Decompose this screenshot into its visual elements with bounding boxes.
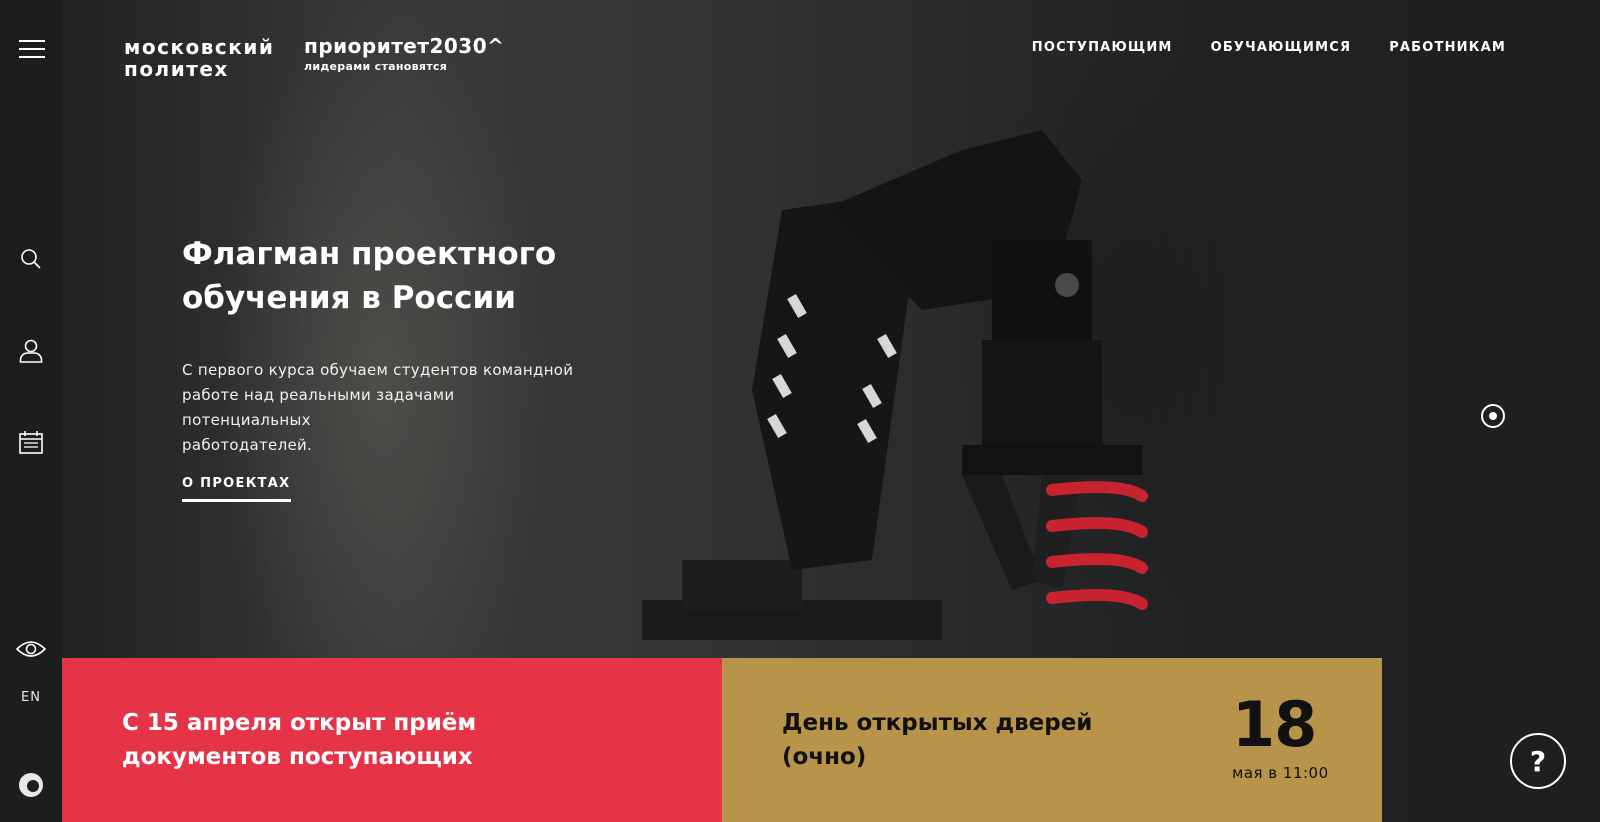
brand-logo[interactable]: московский политех — [124, 36, 284, 80]
open-day-card[interactable]: День открытых дверей (очно) 18 мая в 11:… — [722, 658, 1382, 822]
hero-lead-line2: работе над реальными задачами потенциаль… — [182, 386, 455, 429]
open-day-title: День открытых дверей (очно) — [782, 706, 1102, 774]
open-day-line2: (очно) — [782, 744, 867, 770]
admission-line2: документов поступающих — [122, 744, 473, 770]
menu-icon[interactable] — [14, 32, 48, 66]
admission-card[interactable]: С 15 апреля открыт приём документов пост… — [62, 658, 722, 822]
calendar-icon[interactable] — [14, 426, 48, 460]
sidebar: EN — [0, 0, 62, 822]
search-icon[interactable] — [14, 242, 48, 276]
hero-title: Флагман проектного обучения в России — [182, 232, 602, 320]
nav-students[interactable]: ОБУЧАЮЩИМСЯ — [1211, 40, 1352, 55]
nav-staff[interactable]: РАБОТНИКАМ — [1389, 40, 1506, 55]
open-day-time: мая в 11:00 — [1232, 764, 1329, 782]
admission-line1: С 15 апреля открыт приём — [122, 710, 477, 736]
slider-dot[interactable] — [1481, 404, 1505, 428]
admission-title: С 15 апреля открыт приём документов пост… — [122, 706, 502, 774]
brand-line2: политех — [124, 57, 229, 81]
hero-title-line2: обучения в России — [182, 280, 516, 316]
brand-line1: московский — [124, 35, 275, 59]
projects-link[interactable]: О ПРОЕКТАХ — [182, 476, 291, 502]
user-icon[interactable] — [14, 334, 48, 368]
hero-lead: С первого курса обучаем студентов команд… — [182, 358, 582, 458]
open-day-date: 18 — [1232, 688, 1317, 761]
eye-icon[interactable] — [14, 632, 48, 666]
robot-arm-image — [642, 130, 1148, 640]
language-switch[interactable]: EN — [0, 690, 62, 705]
priority-title: приоритет2030^ — [304, 34, 505, 58]
help-button[interactable]: ? — [1510, 733, 1566, 789]
logo-icon[interactable] — [14, 768, 48, 802]
nav-applicants[interactable]: ПОСТУПАЮЩИМ — [1032, 40, 1173, 55]
hero-lead-line3: работодателей. — [182, 436, 313, 454]
hero-title-line1: Флагман проектного — [182, 236, 557, 272]
top-nav: ПОСТУПАЮЩИМ ОБУЧАЮЩИМСЯ РАБОТНИКАМ — [1032, 40, 1506, 55]
open-day-line1: День открытых дверей — [782, 710, 1093, 736]
hero-lead-line1: С первого курса обучаем студентов команд… — [182, 361, 574, 379]
priority-tagline: лидерами становятся — [304, 60, 448, 73]
priority-2030-logo[interactable]: приоритет2030^ лидерами становятся — [304, 34, 504, 73]
